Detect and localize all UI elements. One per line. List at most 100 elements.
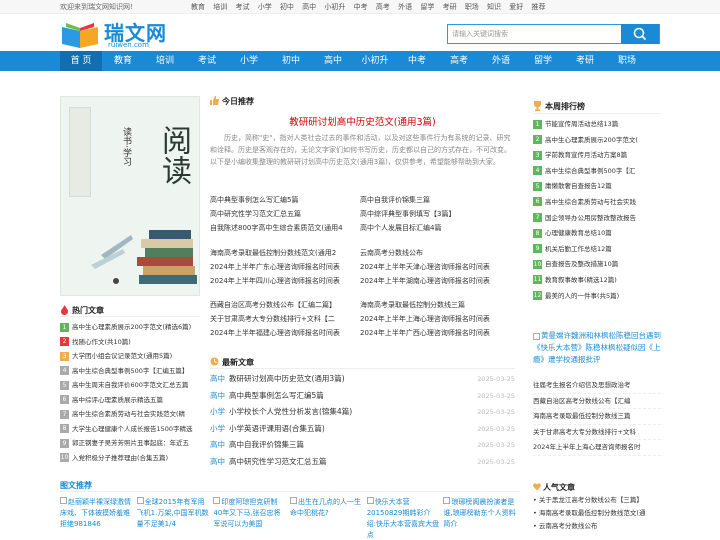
table-row[interactable]: 高中 高中自我评价锦集三篇 2025-03-25	[210, 437, 515, 454]
article-link[interactable]: 小学校长个人党性分析发言(锦集4篇)	[229, 407, 352, 416]
nav-item[interactable]: 初中	[270, 51, 312, 71]
top-link[interactable]: 考试	[235, 3, 249, 11]
top-link[interactable]: 培训	[213, 3, 227, 11]
table-row[interactable]: 高中 高中研究性学习范文汇总五篇 2025-03-25	[210, 454, 515, 471]
nav-item[interactable]: 小学	[228, 51, 270, 71]
top-link[interactable]: 推荐	[532, 3, 546, 11]
article-link[interactable]: 高中研究性学习范文汇总五篇	[210, 207, 360, 221]
list-item[interactable]: 6 高中综评心理素质展示精选五篇	[60, 393, 200, 408]
picture-item[interactable]: 琅琊榜阁晨扮演者是谁,琅琊榜勒东个人资料简介	[443, 497, 520, 540]
table-row[interactable]: 高中 高中典型事例怎么写汇编5篇 2025-03-25	[210, 388, 515, 405]
nav-item-home[interactable]: 首 页	[60, 51, 102, 71]
list-item[interactable]: 8 心理健康教育总结10篇	[533, 226, 661, 242]
article-link[interactable]: 2024年上半年四川心理咨询师报名时间表	[210, 274, 360, 288]
article-link[interactable]: 教研研讨划高中历史范文(通用3篇)	[229, 374, 345, 383]
category-tag[interactable]: 高中	[210, 374, 225, 383]
list-item[interactable]: • 关于黑龙江高考分数线公布【三篇】	[533, 494, 661, 507]
top-link[interactable]: 外语	[398, 3, 412, 11]
article-link[interactable]: 自我陈述800字高中生综合素质范文(通用4	[210, 221, 360, 235]
top-link[interactable]: 高考	[376, 3, 390, 11]
nav-item[interactable]: 教育	[102, 51, 144, 71]
nav-item[interactable]: 小初升	[354, 51, 396, 71]
list-item[interactable]: 7 国企领导办公用房整改整改报告	[533, 211, 661, 227]
article-link[interactable]: 海南高考录取最低控制分数线三篇	[360, 298, 510, 312]
site-logo[interactable]: 瑞文网 ruiwen.com	[60, 17, 170, 49]
top-link[interactable]: 小初升	[324, 3, 345, 11]
nav-item[interactable]: 高考	[438, 51, 480, 71]
picture-item[interactable]: 赵丽颖半裸深绿激情床戏、下体被摸娇羞难拒绝981846	[60, 497, 137, 540]
article-link[interactable]: 高中研究性学习范文汇总五篇	[229, 457, 327, 466]
article-link[interactable]: 小学英语评课用语(合集五篇)	[229, 424, 325, 433]
article-link[interactable]: 高中典型事例怎么写汇编5篇	[210, 193, 360, 207]
table-row[interactable]: 高中 教研研讨划高中历史范文(通用3篇) 2025-03-25	[210, 371, 515, 388]
article-link[interactable]: 关于甘肃高考大专分数线排行+文科【二	[210, 312, 360, 326]
list-item[interactable]: 12 最美的人的一件事(共5篇)	[533, 289, 661, 305]
list-item[interactable]: 8 大学生心理健康个人成长报告1500字精选	[60, 422, 200, 437]
list-item[interactable]: 2024年上半年上海心理咨询师报名时	[533, 440, 661, 456]
article-link[interactable]: 高中典型事例怎么写汇编5篇	[229, 391, 324, 400]
table-row[interactable]: 小学 小学校长个人党性分析发言(锦集4篇) 2025-03-25	[210, 404, 515, 421]
search-button[interactable]	[621, 24, 659, 44]
nav-item[interactable]: 培训	[144, 51, 186, 71]
article-link[interactable]: 高中个人发展目标汇编4篇	[360, 221, 510, 235]
nav-item[interactable]: 外语	[480, 51, 522, 71]
article-link[interactable]: 2024年上半年福建心理咨询师报名时间表	[210, 326, 360, 340]
search-input[interactable]: 请输入关键词搜索	[452, 29, 508, 39]
article-link[interactable]: 2024年上半年湖南心理咨询师报名时间表	[360, 274, 510, 288]
top-link[interactable]: 中考	[354, 3, 368, 11]
list-item[interactable]: 1 节能宣传周活动总结13篇	[533, 117, 661, 133]
table-row[interactable]: 小学 小学英语评课用语(合集五篇) 2025-03-25	[210, 421, 515, 438]
picture-item[interactable]: 印度阿琼担克研制40年又下马,张召忠将军说可以为美国	[213, 497, 290, 540]
list-item[interactable]: 7 高中生综合素质劳动与社会实践范文(精	[60, 407, 200, 422]
hero-image[interactable]: 读书·学习 阅读	[60, 96, 200, 296]
article-link[interactable]: 2024年上半年天津心理咨询师报名时间表	[360, 260, 510, 274]
list-item[interactable]: 1 高中生心理素质展示200字范文(精选6篇)	[60, 320, 200, 335]
list-item[interactable]: 5 高中生周末自我评价600字范文汇总五篇	[60, 378, 200, 393]
list-item[interactable]: 4 高中生综合典型事例500字【汇	[533, 164, 661, 180]
category-tag[interactable]: 小学	[210, 424, 225, 433]
picture-item[interactable]: 快乐大本营20150829期韩彩介绍:快乐大本营喜宾大盘点	[366, 497, 444, 540]
article-link[interactable]: 高中自我评价锦集三篇	[360, 193, 510, 207]
featured-article-title[interactable]: 教研研讨划高中历史范文(通用3篇)	[210, 114, 515, 128]
list-item[interactable]: 海南高考录取最低控制分数线三篇	[533, 409, 661, 425]
top-link[interactable]: 留学	[420, 3, 434, 11]
top-link[interactable]: 爱好	[509, 3, 523, 11]
list-item[interactable]: 9 机关后勤工作总结12篇	[533, 242, 661, 258]
article-link[interactable]: 高中自我评价锦集三篇	[229, 440, 304, 449]
picture-item[interactable]: 出生在几点的人一生命中犯桃花?	[290, 497, 367, 540]
nav-item[interactable]: 留学	[522, 51, 564, 71]
top-link[interactable]: 职场	[465, 3, 479, 11]
top-link[interactable]: 教育	[191, 3, 205, 11]
list-item[interactable]: • 海南高考录取最低控制分数线范文(通	[533, 507, 661, 520]
category-tag[interactable]: 高中	[210, 440, 225, 449]
article-link[interactable]: 2024年上半年广东心理咨询师报名时间表	[210, 260, 360, 274]
picture-item[interactable]: 全球2015年有军用飞机1.万架,中国军机数量不足美1/4	[136, 497, 214, 540]
nav-item[interactable]: 考研	[564, 51, 606, 71]
top-link[interactable]: 小学	[258, 3, 272, 11]
featured-image-link[interactable]: 黄曼嫦许魏洲和林枫松陈稳回台遇到《快乐大本营》陈稳林枫松疑似因《上瘾》遭学校通报…	[533, 330, 661, 368]
top-link[interactable]: 初中	[280, 3, 294, 11]
list-item[interactable]: 10 入党积极分子推荐理由(合集五篇)	[60, 451, 200, 466]
list-item[interactable]: • 云南高考分数线公布	[533, 520, 661, 533]
list-item[interactable]: 4 高中生综合典型事例500字【汇编五篇】	[60, 364, 200, 379]
list-item[interactable]: 9 郭正钢妻子吴芳芳照片丑事起底：年近五	[60, 436, 200, 451]
list-item[interactable]: 2 高中生心理素质展示200字范文(	[533, 133, 661, 149]
category-tag[interactable]: 高中	[210, 457, 225, 466]
top-link[interactable]: 高中	[302, 3, 316, 11]
list-item[interactable]: 关于甘肃高考大专分数线排行+文科	[533, 425, 661, 440]
article-link[interactable]: 云南高考分数线公布	[360, 246, 510, 260]
list-item[interactable]: 西藏自治区高考分数线公布【汇编	[533, 394, 661, 409]
list-item[interactable]: 往届考生报名介绍信及思想政治考	[533, 378, 661, 394]
list-item[interactable]: 2 找随心作文(共10篇)	[60, 335, 200, 350]
nav-item[interactable]: 考试	[186, 51, 228, 71]
article-link[interactable]: 海南高考录取最低控制分数线范文(通用2	[210, 246, 360, 260]
top-link[interactable]: 知识	[487, 3, 501, 11]
article-link[interactable]: 西藏自治区高考分数线公布【汇编二篇】	[210, 298, 360, 312]
article-link[interactable]: 2024年上半年上海心理咨询师报名时间表	[360, 312, 510, 326]
category-tag[interactable]: 小学	[210, 407, 225, 416]
list-item[interactable]: 10 自查报告及整改措施10篇	[533, 257, 661, 273]
nav-item[interactable]: 高中	[312, 51, 354, 71]
top-link[interactable]: 考研	[443, 3, 457, 11]
list-item[interactable]: 5 庸懒散奢自查报告12篇	[533, 179, 661, 195]
category-tag[interactable]: 高中	[210, 391, 225, 400]
